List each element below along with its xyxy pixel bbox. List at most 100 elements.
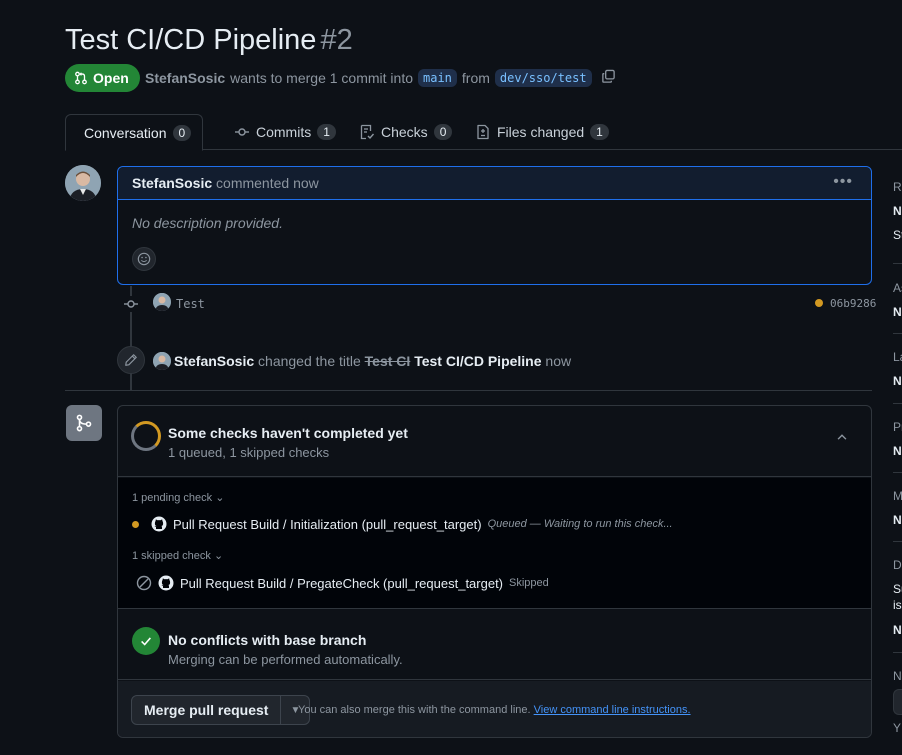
tab-label: Checks — [381, 124, 428, 140]
chevron-down-icon: ⌄ — [215, 492, 225, 504]
merge-box: Some checks haven't completed yet 1 queu… — [117, 405, 872, 738]
tab-commits[interactable]: Commits 1 — [222, 114, 348, 150]
merge-hint: You can also merge this with the command… — [298, 704, 691, 716]
conflicts-title: No conflicts with base branch — [168, 632, 367, 648]
merge-button-group: Merge pull request ▼ — [131, 695, 311, 725]
comment-header: StefanSosic commented now ••• — [118, 167, 871, 200]
sidebar-divider — [893, 263, 902, 264]
sidebar-development-text-2: is — [893, 598, 902, 612]
tab-label: Conversation — [84, 124, 167, 141]
sidebar-divider — [893, 333, 902, 334]
sidebar-assignees-heading[interactable]: As — [893, 281, 902, 295]
sidebar-subscribe-button[interactable] — [893, 689, 902, 715]
chevron-up-icon[interactable] — [835, 430, 849, 447]
git-merge-icon — [66, 405, 102, 441]
add-reaction-button[interactable] — [132, 247, 156, 271]
sidebar-notifications-text: Y — [893, 721, 902, 735]
merge-actions: Merge pull request ▼ You can also merge … — [118, 681, 871, 737]
copy-icon[interactable] — [601, 69, 616, 87]
commit-author-avatar[interactable] — [153, 293, 171, 311]
commit-message-link[interactable]: Test — [176, 297, 205, 311]
pr-tabs: Conversation 0 Commits 1 Checks 0 Files … — [65, 114, 902, 151]
checks-list: 1 pending check ⌄ Pull Request Build / I… — [118, 478, 871, 609]
sidebar-divider — [893, 472, 902, 473]
sidebar-labels-heading[interactable]: La — [893, 350, 902, 364]
rename-author[interactable]: StefanSosic — [174, 353, 254, 369]
sidebar-milestone-heading[interactable]: M — [893, 489, 902, 503]
pr-title-text: Test CI/CD Pipeline — [65, 24, 317, 56]
skipped-group-label: 1 skipped check — [132, 550, 211, 562]
new-title: Test CI/CD Pipeline — [414, 353, 542, 369]
rename-event: StefanSosic changed the title Test CI Te… — [174, 353, 571, 369]
sidebar-reviewers-heading[interactable]: Re — [893, 180, 902, 194]
sidebar-divider — [893, 403, 902, 404]
pr-state-badge: Open — [65, 64, 140, 92]
conflicts-section: No conflicts with base branch Merging ca… — [118, 610, 871, 680]
tab-conversation[interactable]: Conversation 0 — [65, 114, 203, 151]
pencil-icon — [117, 346, 145, 374]
check-row-skipped[interactable]: Pull Request Build / PregateCheck (pull_… — [136, 575, 549, 591]
rename-time: now — [545, 353, 572, 369]
merge-summary: StefanSosic wants to merge 1 commit into… — [145, 69, 616, 87]
pr-state-label: Open — [93, 70, 129, 86]
merge-text: wants to merge 1 commit into — [230, 70, 413, 86]
merge-pull-request-button[interactable]: Merge pull request — [132, 696, 282, 724]
commit-status-pending-icon[interactable] — [815, 299, 823, 307]
sidebar-labels-value: N — [893, 374, 902, 388]
check-name: Pull Request Build / Initialization (pul… — [173, 516, 482, 532]
commit-icon — [235, 128, 249, 136]
tab-files-changed[interactable]: Files changed 1 — [463, 114, 621, 150]
timeline-divider — [65, 390, 872, 391]
pending-checks-toggle[interactable]: 1 pending check ⌄ — [132, 491, 224, 504]
comment-author[interactable]: StefanSosic — [132, 175, 212, 191]
old-title: Test CI — [364, 353, 411, 369]
sidebar-development-text: Su — [893, 582, 902, 596]
tab-count: 0 — [433, 124, 453, 140]
kebab-horizontal-icon[interactable]: ••• — [833, 173, 853, 191]
sidebar-assignees-value: N — [893, 305, 902, 319]
github-logo-icon — [151, 516, 167, 532]
base-branch[interactable]: main — [418, 69, 457, 87]
command-line-instructions-link[interactable]: View command line instructions. — [534, 704, 691, 716]
chevron-down-icon: ⌄ — [213, 550, 224, 562]
pr-author-link[interactable]: StefanSosic — [145, 70, 225, 86]
sidebar-milestone-value: N — [893, 513, 902, 527]
sidebar-development-heading[interactable]: De — [893, 558, 902, 572]
sidebar-projects-heading[interactable]: Pr — [893, 420, 902, 434]
tab-checks[interactable]: Checks 0 — [347, 114, 464, 150]
merge-hint-text: You can also merge this with the command… — [298, 704, 531, 716]
tab-label: Commits — [256, 124, 312, 140]
comment-timestamp: commented now — [216, 175, 319, 191]
checks-summary: Some checks haven't completed yet 1 queu… — [118, 406, 871, 477]
check-status: Skipped — [509, 577, 549, 589]
check-status: Queued — Waiting to run this check... — [487, 518, 673, 530]
pr-title: Test CI/CD Pipeline #2 — [65, 24, 353, 57]
sidebar-divider — [893, 652, 902, 653]
skipped-checks-toggle[interactable]: 1 skipped check ⌄ — [132, 549, 223, 562]
commit-sha-link[interactable]: 06b9286 — [830, 297, 876, 310]
sidebar-reviewers-value: N — [893, 204, 902, 218]
sidebar-reviewers-extra: St — [893, 228, 902, 242]
head-branch[interactable]: dev/sso/test — [494, 69, 592, 87]
skip-icon — [136, 575, 152, 591]
checks-title: Some checks haven't completed yet — [168, 425, 408, 441]
tab-count: 1 — [590, 124, 609, 140]
github-logo-icon — [158, 575, 174, 591]
rename-action: changed the title — [258, 353, 361, 369]
pull-request-icon — [75, 71, 87, 85]
comment-card: StefanSosic commented now ••• No descrip… — [117, 166, 872, 285]
rename-author-avatar[interactable] — [153, 352, 171, 370]
smiley-icon — [137, 252, 151, 266]
tab-count: 0 — [172, 124, 192, 141]
pending-status-icon — [132, 520, 139, 528]
check-circle-icon — [132, 627, 160, 655]
sidebar-projects-value: N — [893, 444, 902, 458]
sidebar-divider — [893, 541, 902, 542]
checks-progress-icon — [131, 421, 161, 451]
tab-label: Files changed — [497, 124, 585, 140]
author-avatar[interactable] — [65, 165, 101, 201]
sidebar-notifications-heading: N — [893, 669, 902, 683]
check-row-pending[interactable]: Pull Request Build / Initialization (pul… — [126, 516, 673, 532]
commit-node-icon — [123, 296, 139, 312]
tab-count: 1 — [317, 124, 336, 140]
